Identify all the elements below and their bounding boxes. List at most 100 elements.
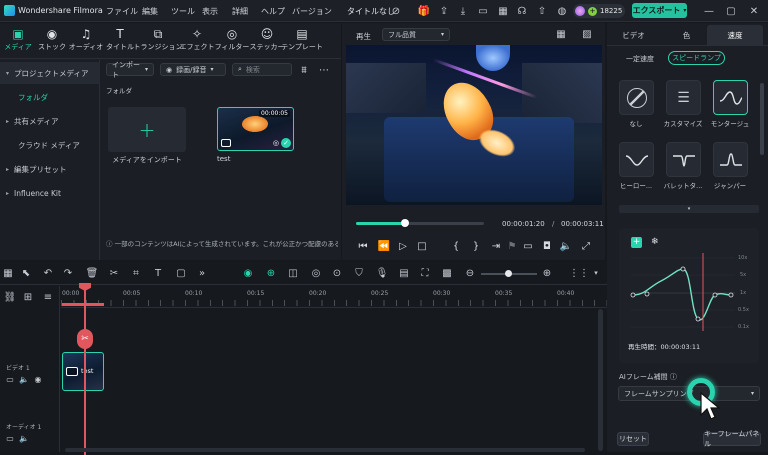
picture-icon[interactable]: ▩ xyxy=(441,267,453,279)
search-input[interactable]: ⌕ 検索 xyxy=(232,63,292,76)
import-dropdown[interactable]: インポート ▾ xyxy=(106,61,154,79)
menu-file[interactable]: ファイル xyxy=(106,6,138,17)
split-icon[interactable]: ✂ xyxy=(108,267,120,279)
menu-advanced[interactable]: 詳細 xyxy=(232,6,248,17)
quality-dropdown[interactable]: フル品質 ▾ xyxy=(382,28,450,41)
gift-icon[interactable]: 🎁 xyxy=(418,5,430,17)
credits-badge[interactable]: + 18225 xyxy=(573,4,625,18)
render-icon[interactable]: ◎ xyxy=(310,267,322,279)
timeline-video-clip[interactable]: test xyxy=(62,352,104,391)
timeline-ruler[interactable]: 00:00 00:05 00:10 00:15 00:20 00:25 00:3… xyxy=(61,286,607,308)
step-back-icon[interactable]: ⏪ xyxy=(378,240,390,252)
cloud-upload-icon[interactable]: ⇪ xyxy=(438,5,450,17)
sidebar-item-edit-presets[interactable]: ▸ 編集プリセット xyxy=(0,158,100,180)
tab-stock[interactable]: ◉ ストック xyxy=(38,26,66,58)
mute-icon[interactable]: 🔈 xyxy=(18,432,30,444)
chevron-down-icon[interactable]: ▾ xyxy=(590,267,602,279)
preset-customize[interactable]: ☰ xyxy=(666,80,701,115)
fullscreen-icon[interactable]: ⤢ xyxy=(580,240,592,252)
speed-curve-graph[interactable] xyxy=(625,253,755,331)
shield-icon[interactable]: ⛉ xyxy=(353,267,365,279)
stabilize-icon[interactable]: ⛶ xyxy=(419,267,431,279)
volume-icon[interactable]: 🔈 xyxy=(560,240,572,252)
screen-icon[interactable]: ▭ xyxy=(477,5,489,17)
export-button[interactable]: エクスポート ▾ xyxy=(632,3,687,18)
sidebar-item-influence-kit[interactable]: ▸ Influence Kit xyxy=(0,182,100,204)
stop-icon[interactable]: □ xyxy=(416,240,428,252)
split-scissors-icon[interactable]: ✂ xyxy=(77,329,93,349)
mark-out-icon[interactable]: } xyxy=(470,240,482,252)
timeline-vertical-scrollbar[interactable] xyxy=(598,309,603,451)
timeline-horizontal-scrollbar[interactable] xyxy=(65,448,585,452)
timeline-playhead[interactable] xyxy=(84,285,86,455)
link-icon[interactable]: ⛓ xyxy=(4,291,17,303)
sidebar-item-shared-media[interactable]: ▸ 共有メディア xyxy=(0,110,100,132)
expand-presets-icon[interactable]: ▾ xyxy=(619,205,759,213)
media-clip-thumbnail[interactable]: 00:00:05 ◎ ✓ xyxy=(217,107,294,151)
mark-in-icon[interactable]: { xyxy=(450,240,462,252)
auto-beat-icon[interactable]: ◫ xyxy=(287,267,299,279)
folder-icon[interactable]: ▭ xyxy=(4,373,16,385)
preset-none[interactable] xyxy=(619,80,654,115)
minimize-icon[interactable]: — xyxy=(703,5,715,17)
download-icon[interactable]: ⤓ xyxy=(457,5,469,17)
record-dropdown[interactable]: ◉ 録画/録音 ▾ xyxy=(160,63,226,76)
previous-frame-icon[interactable]: ⏮ xyxy=(357,240,369,252)
marker-icon[interactable]: ⚑ xyxy=(506,240,518,252)
sidebar-item-project-media[interactable]: ▾ プロジェクトメディア xyxy=(0,62,100,84)
crop-icon[interactable]: ⌗ xyxy=(130,267,142,279)
preset-bullet-time[interactable] xyxy=(666,142,701,177)
menu-edit[interactable]: 編集 xyxy=(142,6,158,17)
video-preview[interactable] xyxy=(346,45,602,205)
tab-speed[interactable]: 速度 xyxy=(707,25,763,45)
zoom-out-icon[interactable]: ⊖ xyxy=(464,267,476,279)
snowflake-icon[interactable]: ❄ xyxy=(651,237,659,247)
subtab-constant-speed[interactable]: 一定速度 xyxy=(626,54,654,64)
camera-icon[interactable]: ◘ xyxy=(541,240,553,252)
more-tools-icon[interactable]: » xyxy=(196,267,208,279)
filter-sort-icon[interactable]: ⩩ xyxy=(298,64,310,76)
sidebar-item-cloud-media[interactable]: クラウド メディア xyxy=(0,134,100,156)
tab-color[interactable]: 色 xyxy=(660,25,713,45)
menu-tools[interactable]: ツール xyxy=(171,6,195,17)
undo-icon[interactable]: ↶ xyxy=(42,267,54,279)
tab-audio[interactable]: ♫ オーディオ xyxy=(69,26,104,58)
layout-icon[interactable]: ▦ xyxy=(2,267,14,279)
mic-icon[interactable]: 🎙 xyxy=(376,267,389,279)
insert-icon[interactable]: ⇥ xyxy=(490,240,502,252)
tab-sticker[interactable]: ☺ ステッカー xyxy=(250,26,285,58)
upload-icon[interactable]: ⇧ xyxy=(536,5,548,17)
playback-progress-track[interactable] xyxy=(356,219,484,227)
snapshot-icon[interactable]: ▨ xyxy=(581,28,593,40)
redo-icon[interactable]: ↷ xyxy=(62,267,74,279)
playhead-handle[interactable] xyxy=(400,219,409,227)
zoom-slider[interactable] xyxy=(481,270,537,277)
menu-version[interactable]: バージョン xyxy=(292,6,332,17)
visibility-icon[interactable]: ◉ xyxy=(32,373,44,385)
track-manager-icon[interactable]: ≡ xyxy=(42,291,54,303)
freeze-icon[interactable]: ▢ xyxy=(175,267,187,279)
zoom-slider-handle[interactable] xyxy=(505,270,512,277)
import-media-tile[interactable]: + xyxy=(108,107,186,152)
preset-montage[interactable] xyxy=(713,80,748,115)
speed-icon[interactable]: ⊙ xyxy=(331,267,343,279)
headset-icon[interactable]: ☊ xyxy=(516,5,528,17)
close-icon[interactable]: ✕ xyxy=(748,5,760,17)
ai-mate-icon[interactable]: ◉ xyxy=(242,267,254,279)
tab-effect[interactable]: ✧ エフェクト xyxy=(180,26,215,58)
delete-icon[interactable]: 🗑 xyxy=(86,267,99,279)
grid-view-icon[interactable]: ▦ xyxy=(555,28,567,40)
player-tab[interactable]: 再生 xyxy=(356,31,371,42)
maximize-icon[interactable]: ▢ xyxy=(725,5,737,17)
subtab-speed-ramp[interactable]: スピードランプ xyxy=(668,51,725,65)
subtitle-icon[interactable]: ▤ xyxy=(398,267,410,279)
text-icon[interactable]: T xyxy=(152,267,164,279)
keyframe-panel-button[interactable]: キーフレームパネル xyxy=(703,430,761,448)
tab-template[interactable]: ▤ テンプレート xyxy=(281,26,323,58)
snap-icon[interactable]: ⊕ xyxy=(265,267,277,279)
tab-filter[interactable]: ◎ フィルター xyxy=(215,26,250,58)
mute-icon[interactable]: 🔈 xyxy=(18,373,30,385)
folder-icon[interactable]: ▭ xyxy=(4,432,16,444)
reset-button[interactable]: リセット xyxy=(617,432,649,446)
zoom-in-icon[interactable]: ⊕ xyxy=(541,267,553,279)
